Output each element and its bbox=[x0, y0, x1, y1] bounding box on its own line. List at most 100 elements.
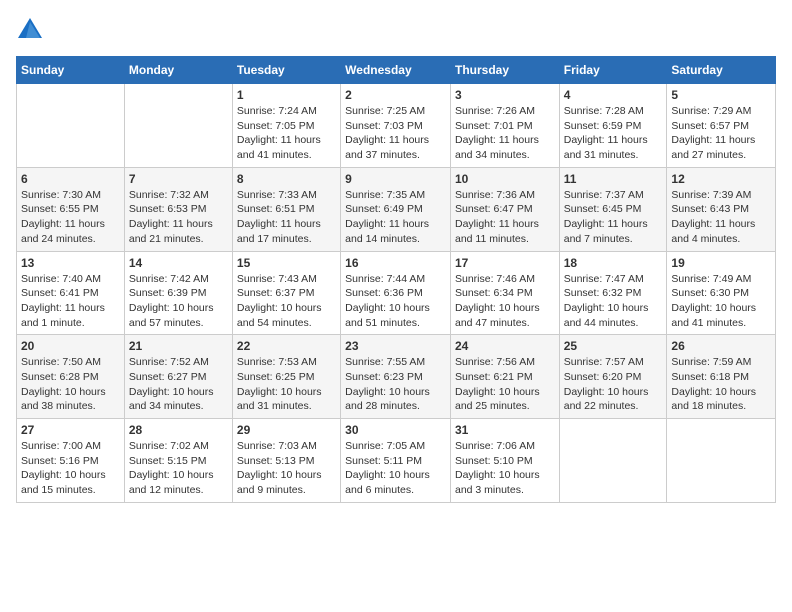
calendar-cell: 13 Sunrise: 7:40 AMSunset: 6:41 PMDayligh… bbox=[17, 251, 125, 335]
calendar-cell: 25 Sunrise: 7:57 AMSunset: 6:20 PMDayligh… bbox=[559, 335, 667, 419]
day-number: 24 bbox=[455, 339, 555, 353]
calendar-cell: 18Sunrise: 7:47 AMSunset: 6:32 PMDayligh… bbox=[559, 251, 667, 335]
day-number: 12 bbox=[671, 172, 771, 186]
day-info: Sunrise: 7:06 AMSunset: 5:10 PMDaylight:… bbox=[455, 439, 555, 498]
day-number: 22 bbox=[237, 339, 336, 353]
day-info: Sunrise: 7:53 AMSunset: 6:25 PMDaylight:… bbox=[237, 355, 336, 414]
day-info: Sunrise: 7:52 AMSunset: 6:27 PMDaylight:… bbox=[129, 355, 228, 414]
day-info: Sunrise: 7:03 AMSunset: 5:13 PMDaylight:… bbox=[237, 439, 336, 498]
day-info: Sunrise: 7:46 AMSunset: 6:34 PMDaylight:… bbox=[455, 272, 555, 331]
calendar-cell bbox=[559, 419, 667, 503]
day-info: Sunrise: 7:44 AMSunset: 6:36 PMDaylight:… bbox=[345, 272, 446, 331]
day-info: Sunrise: 7:24 AMSunset: 7:05 PMDaylight:… bbox=[237, 104, 336, 163]
day-number: 1 bbox=[237, 88, 336, 102]
day-number: 29 bbox=[237, 423, 336, 437]
calendar-cell bbox=[124, 84, 232, 168]
calendar-cell: 2 Sunrise: 7:25 AMSunset: 7:03 PMDaylight… bbox=[341, 84, 451, 168]
calendar-cell: 8Sunrise: 7:33 AMSunset: 6:51 PMDaylight… bbox=[232, 167, 340, 251]
calendar-week-row: 6 Sunrise: 7:30 AMSunset: 6:55 PMDaylight… bbox=[17, 167, 776, 251]
calendar-cell: 16 Sunrise: 7:44 AMSunset: 6:36 PMDayligh… bbox=[341, 251, 451, 335]
calendar-week-row: 20 Sunrise: 7:50 AMSunset: 6:28 PMDayligh… bbox=[17, 335, 776, 419]
weekday-header: Tuesday bbox=[232, 57, 340, 84]
day-number: 19 bbox=[671, 256, 771, 270]
day-number: 20 bbox=[21, 339, 120, 353]
calendar-cell: 30Sunrise: 7:05 AMSunset: 5:11 PMDayligh… bbox=[341, 419, 451, 503]
day-number: 4 bbox=[564, 88, 663, 102]
logo bbox=[16, 16, 48, 44]
day-info: Sunrise: 7:36 AMSunset: 6:47 PMDaylight:… bbox=[455, 188, 555, 247]
calendar-cell: 26Sunrise: 7:59 AMSunset: 6:18 PMDayligh… bbox=[667, 335, 776, 419]
day-info: Sunrise: 7:37 AMSunset: 6:45 PMDaylight:… bbox=[564, 188, 663, 247]
calendar-cell: 24 Sunrise: 7:56 AMSunset: 6:21 PMDayligh… bbox=[450, 335, 559, 419]
calendar-cell: 20 Sunrise: 7:50 AMSunset: 6:28 PMDayligh… bbox=[17, 335, 125, 419]
calendar-cell: 23Sunrise: 7:55 AMSunset: 6:23 PMDayligh… bbox=[341, 335, 451, 419]
calendar-cell: 14 Sunrise: 7:42 AMSunset: 6:39 PMDayligh… bbox=[124, 251, 232, 335]
day-info: Sunrise: 7:26 AMSunset: 7:01 PMDaylight:… bbox=[455, 104, 555, 163]
day-number: 15 bbox=[237, 256, 336, 270]
day-number: 2 bbox=[345, 88, 446, 102]
day-number: 26 bbox=[671, 339, 771, 353]
logo-icon bbox=[16, 16, 44, 44]
day-info: Sunrise: 7:56 AMSunset: 6:21 PMDaylight:… bbox=[455, 355, 555, 414]
calendar-cell: 5 Sunrise: 7:29 AMSunset: 6:57 PMDaylight… bbox=[667, 84, 776, 168]
day-info: Sunrise: 7:43 AMSunset: 6:37 PMDaylight:… bbox=[237, 272, 336, 331]
day-info: Sunrise: 7:29 AMSunset: 6:57 PMDaylight:… bbox=[671, 104, 771, 163]
calendar-cell: 4 Sunrise: 7:28 AMSunset: 6:59 PMDaylight… bbox=[559, 84, 667, 168]
calendar-cell bbox=[667, 419, 776, 503]
day-number: 9 bbox=[345, 172, 446, 186]
calendar-cell: 11 Sunrise: 7:37 AMSunset: 6:45 PMDayligh… bbox=[559, 167, 667, 251]
day-info: Sunrise: 7:50 AMSunset: 6:28 PMDaylight:… bbox=[21, 355, 120, 414]
day-info: Sunrise: 7:00 AMSunset: 5:16 PMDaylight:… bbox=[21, 439, 120, 498]
day-info: Sunrise: 7:40 AMSunset: 6:41 PMDaylight:… bbox=[21, 272, 120, 331]
day-info: Sunrise: 7:32 AMSunset: 6:53 PMDaylight:… bbox=[129, 188, 228, 247]
calendar-week-row: 13 Sunrise: 7:40 AMSunset: 6:41 PMDayligh… bbox=[17, 251, 776, 335]
day-number: 31 bbox=[455, 423, 555, 437]
day-number: 10 bbox=[455, 172, 555, 186]
calendar-cell: 3 Sunrise: 7:26 AMSunset: 7:01 PMDaylight… bbox=[450, 84, 559, 168]
day-info: Sunrise: 7:05 AMSunset: 5:11 PMDaylight:… bbox=[345, 439, 446, 498]
day-number: 13 bbox=[21, 256, 120, 270]
day-info: Sunrise: 7:39 AMSunset: 6:43 PMDaylight:… bbox=[671, 188, 771, 247]
calendar-cell: 29 Sunrise: 7:03 AMSunset: 5:13 PMDayligh… bbox=[232, 419, 340, 503]
calendar-cell: 1 Sunrise: 7:24 AMSunset: 7:05 PMDaylight… bbox=[232, 84, 340, 168]
weekday-header: Wednesday bbox=[341, 57, 451, 84]
calendar-cell bbox=[17, 84, 125, 168]
calendar-cell: 19 Sunrise: 7:49 AMSunset: 6:30 PMDayligh… bbox=[667, 251, 776, 335]
weekday-header: Monday bbox=[124, 57, 232, 84]
day-number: 6 bbox=[21, 172, 120, 186]
calendar-cell: 9 Sunrise: 7:35 AMSunset: 6:49 PMDaylight… bbox=[341, 167, 451, 251]
calendar-table: SundayMondayTuesdayWednesdayThursdayFrid… bbox=[16, 56, 776, 503]
day-number: 11 bbox=[564, 172, 663, 186]
day-number: 28 bbox=[129, 423, 228, 437]
calendar-cell: 15 Sunrise: 7:43 AMSunset: 6:37 PMDayligh… bbox=[232, 251, 340, 335]
calendar-header-row: SundayMondayTuesdayWednesdayThursdayFrid… bbox=[17, 57, 776, 84]
day-number: 17 bbox=[455, 256, 555, 270]
weekday-header: Sunday bbox=[17, 57, 125, 84]
day-number: 25 bbox=[564, 339, 663, 353]
calendar-week-row: 1 Sunrise: 7:24 AMSunset: 7:05 PMDaylight… bbox=[17, 84, 776, 168]
day-number: 7 bbox=[129, 172, 228, 186]
day-info: Sunrise: 7:57 AMSunset: 6:20 PMDaylight:… bbox=[564, 355, 663, 414]
day-number: 16 bbox=[345, 256, 446, 270]
calendar-week-row: 27Sunrise: 7:00 AMSunset: 5:16 PMDayligh… bbox=[17, 419, 776, 503]
day-info: Sunrise: 7:30 AMSunset: 6:55 PMDaylight:… bbox=[21, 188, 120, 247]
day-info: Sunrise: 7:47 AMSunset: 6:32 PMDaylight:… bbox=[564, 272, 663, 331]
calendar-cell: 12 Sunrise: 7:39 AMSunset: 6:43 PMDayligh… bbox=[667, 167, 776, 251]
day-info: Sunrise: 7:28 AMSunset: 6:59 PMDaylight:… bbox=[564, 104, 663, 163]
day-info: Sunrise: 7:35 AMSunset: 6:49 PMDaylight:… bbox=[345, 188, 446, 247]
day-info: Sunrise: 7:49 AMSunset: 6:30 PMDaylight:… bbox=[671, 272, 771, 331]
weekday-header: Thursday bbox=[450, 57, 559, 84]
day-info: Sunrise: 7:25 AMSunset: 7:03 PMDaylight:… bbox=[345, 104, 446, 163]
calendar-cell: 31 Sunrise: 7:06 AMSunset: 5:10 PMDayligh… bbox=[450, 419, 559, 503]
day-number: 14 bbox=[129, 256, 228, 270]
day-info: Sunrise: 7:42 AMSunset: 6:39 PMDaylight:… bbox=[129, 272, 228, 331]
calendar-cell: 27Sunrise: 7:00 AMSunset: 5:16 PMDayligh… bbox=[17, 419, 125, 503]
day-number: 3 bbox=[455, 88, 555, 102]
day-number: 5 bbox=[671, 88, 771, 102]
calendar-cell: 28 Sunrise: 7:02 AMSunset: 5:15 PMDayligh… bbox=[124, 419, 232, 503]
day-number: 23 bbox=[345, 339, 446, 353]
day-info: Sunrise: 7:02 AMSunset: 5:15 PMDaylight:… bbox=[129, 439, 228, 498]
day-number: 21 bbox=[129, 339, 228, 353]
calendar-cell: 21 Sunrise: 7:52 AMSunset: 6:27 PMDayligh… bbox=[124, 335, 232, 419]
calendar-cell: 6 Sunrise: 7:30 AMSunset: 6:55 PMDaylight… bbox=[17, 167, 125, 251]
